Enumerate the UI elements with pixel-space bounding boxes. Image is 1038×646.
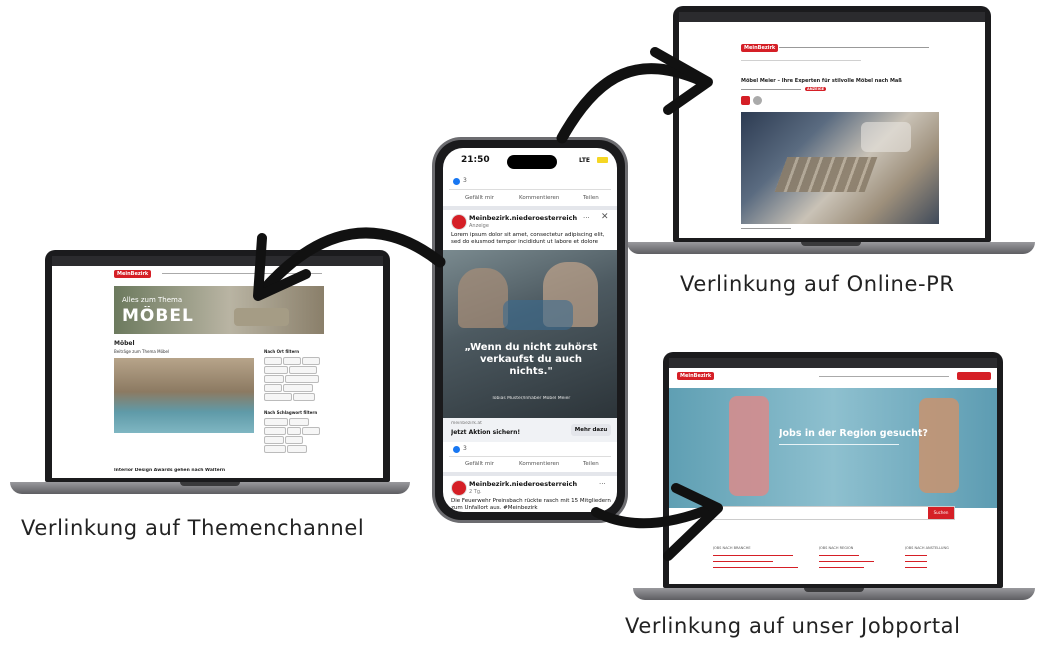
share-button[interactable]: Teilen [583,195,599,201]
reaction-count: 3 [463,445,467,452]
laptop-themenchannel: MeinBezirk Alles zum Thema MÖBEL Möbel B… [10,250,410,500]
like-button[interactable]: Gefällt mir [465,195,494,201]
anzeige-badge: ANZEIGE [805,87,827,91]
article-image [114,358,254,433]
cta-button[interactable]: Mehr dazu [571,424,611,436]
browser-bar [679,12,985,22]
post-text: Lorem ipsum dolor sit amet, consectetur … [451,232,605,245]
post-meta: 2 Tg. [469,489,482,495]
status-time: 21:50 [461,155,490,165]
meinbezirk-logo: MeinBezirk [677,372,715,380]
page-avatar[interactable] [451,214,467,230]
meinbezirk-logo: MeinBezirk [114,270,152,278]
caption-jobportal: Verlinkung auf unser Jobportal [625,614,961,638]
article-title: Interior Design Awards gehen nach Walter… [114,468,226,473]
laptop-screen: MeinBezirk Jobs in der Region gesucht? S… [669,358,997,584]
post-page-name[interactable]: Meinbezirk.niederoesterreich [469,214,577,222]
post-text: Die Feuerwehr Preinsbach rückte rasch mi… [451,498,611,511]
browser-bar [669,358,997,368]
caption-online-pr: Verlinkung auf Online-PR [680,272,955,296]
job-hero-title: Jobs in der Region gesucht? [779,428,928,439]
article-photo [741,112,939,224]
status-signal: LTE [579,157,591,164]
battery-icon [597,157,608,163]
comment-button[interactable]: Kommentieren [519,461,559,467]
meinbezirk-logo: MeinBezirk [741,44,779,52]
sidebar-title: Nach Ort filtern [264,349,300,354]
dynamic-island [507,155,557,169]
themen-banner: Alles zum Thema MÖBEL [114,286,324,334]
article-headline: Möbel Meier – Ihre Experten für stilvoll… [741,78,902,84]
header-cta [957,372,991,380]
comment-button[interactable]: Kommentieren [519,195,559,201]
sidebar-title-2: Nach Schlagwort filtern [264,410,318,415]
banner-big-text: MÖBEL [122,306,194,326]
section-subtitle: Beiträge zum Thema Möbel [114,349,170,354]
like-icon [453,446,460,453]
share-button[interactable]: Teilen [583,461,599,467]
more-options-icon[interactable]: ··· [583,214,590,222]
reaction-count-top: 3 [463,177,467,184]
post-page-name[interactable]: Meinbezirk.niederoesterreich [469,480,577,488]
like-icon [453,178,460,185]
page-avatar[interactable] [451,480,467,496]
job-search-button[interactable]: Suchen [928,507,954,519]
quote-author: Tobias Muster/Inhaber Möbel Meier [491,396,571,401]
col-anstellung: JOBS NACH ANSTELLUNG [905,546,949,550]
close-icon[interactable]: ✕ [601,212,609,222]
banner-small-text: Alles zum Thema [122,296,183,304]
section-title: Möbel [114,340,135,347]
job-hero: Jobs in der Region gesucht? [669,388,997,508]
link-title[interactable]: Jetzt Aktion sichern! [451,429,520,436]
caption-themenchannel: Verlinkung auf Themenchannel [21,516,365,540]
more-options-icon[interactable]: ··· [599,480,606,488]
laptop-jobportal: MeinBezirk Jobs in der Region gesucht? S… [633,352,1035,602]
phone-mockup: 21:50 LTE 3 Gefällt mir Kommentieren Tei… [435,140,625,520]
post-image[interactable]: „Wenn du nicht zuhörst verkaufst du auch… [443,250,617,418]
link-domain: meinbezirk.at [451,421,482,426]
col-branche: JOBS NACH BRANCHE [713,546,751,550]
laptop-screen: MeinBezirk Möbel Meier – Ihre Experten f… [679,12,985,238]
like-button[interactable]: Gefällt mir [465,461,494,467]
browser-bar [52,256,383,266]
laptop-online-pr: MeinBezirk Möbel Meier – Ihre Experten f… [627,6,1035,256]
job-search-bar[interactable]: Suchen [713,506,955,520]
author-avatar [741,96,750,105]
laptop-screen: MeinBezirk Alles zum Thema MÖBEL Möbel B… [52,256,383,478]
quote-text: „Wenn du nicht zuhörst verkaufst du auch… [464,342,598,377]
col-region: JOBS NACH REGION [819,546,854,550]
author-avatar-2 [753,96,762,105]
phone-screen: 21:50 LTE 3 Gefällt mir Kommentieren Tei… [443,148,617,512]
post-meta: Anzeige [469,223,489,229]
